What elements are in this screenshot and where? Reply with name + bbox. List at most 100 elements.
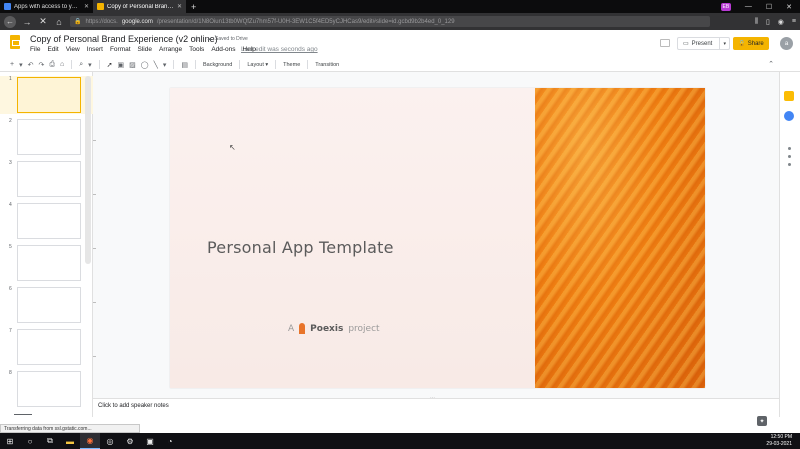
present-icon: ▭ — [683, 41, 689, 47]
slide-thumbnail[interactable]: 7 — [0, 328, 93, 366]
print-icon[interactable]: ⎙ — [49, 61, 55, 69]
slide-byline[interactable]: A Poexis project — [288, 323, 380, 334]
more-addons-icon[interactable] — [788, 147, 791, 150]
slide-thumbnail[interactable]: 8 — [0, 370, 93, 408]
collapse-toolbar-icon[interactable]: ⌃ — [768, 60, 774, 68]
settings-icon[interactable]: ⚙ — [120, 433, 140, 449]
menu-icon[interactable]: ≡ — [792, 18, 796, 26]
menu-view[interactable]: View — [66, 46, 80, 53]
save-status[interactable]: ☁ Saved to Drive — [207, 36, 248, 42]
slide-number: 8 — [9, 370, 12, 376]
forward-arrow-icon[interactable]: → — [22, 17, 32, 27]
slide-title[interactable]: Personal App Template — [207, 238, 394, 257]
theme-button[interactable]: Theme — [283, 62, 300, 68]
terminal-icon[interactable]: ▣ — [140, 433, 160, 449]
menu-edit[interactable]: Edit — [47, 46, 58, 53]
home-icon[interactable]: ⌂ — [54, 17, 64, 27]
image-icon[interactable]: ▨ — [129, 61, 136, 69]
slides-logo-icon[interactable] — [10, 35, 20, 49]
new-tab-button[interactable]: + — [186, 0, 201, 13]
undo-icon[interactable]: ↶ — [28, 61, 34, 69]
redo-icon[interactable]: ↷ — [38, 61, 44, 69]
menu-slide[interactable]: Slide — [138, 46, 152, 53]
menu-file[interactable]: File — [30, 46, 40, 53]
document-title[interactable]: Copy of Personal Brand Experience (v2 on… — [30, 34, 218, 44]
menu-arrange[interactable]: Arrange — [159, 46, 182, 53]
app-icon[interactable]: ◔ — [160, 433, 180, 449]
close-window-button[interactable]: ✕ — [786, 3, 792, 11]
share-button[interactable]: 🔒 Share — [733, 37, 769, 50]
back-arrow-icon[interactable]: ← — [4, 15, 16, 28]
transition-button[interactable]: Transition — [315, 62, 339, 68]
slide-canvas[interactable]: Personal App Template A Poexis project — [170, 88, 705, 388]
slide-thumbnail[interactable]: 4 — [0, 202, 93, 240]
stop-loading-icon[interactable]: ✕ — [38, 16, 48, 27]
menu-tools[interactable]: Tools — [189, 46, 204, 53]
last-edit-link[interactable]: Last edit was seconds ago — [241, 46, 318, 53]
slide-thumbnail-preview — [17, 203, 81, 239]
firefox-icon[interactable]: ◉ — [80, 433, 100, 449]
shape-icon[interactable]: ◯ — [141, 61, 149, 69]
maximize-button[interactable]: ☐ — [766, 3, 772, 11]
select-cursor-icon[interactable]: ➚ — [107, 61, 113, 69]
task-view-icon[interactable]: ⧉ — [40, 433, 60, 449]
more-addons-icon[interactable] — [788, 155, 791, 158]
file-explorer-icon[interactable]: ▬ — [60, 433, 80, 449]
slide-thumbnail[interactable]: 5 — [0, 244, 93, 282]
slide-thumbnail[interactable]: 3 — [0, 160, 93, 198]
zoom-dropdown-icon[interactable]: ▾ — [88, 61, 92, 69]
slide-number: 3 — [9, 160, 12, 166]
zoom-icon[interactable]: ⌕ — [79, 61, 83, 69]
present-dropdown-icon[interactable]: ▾ — [719, 38, 729, 49]
minimize-button[interactable]: — — [745, 3, 752, 10]
account-icon[interactable]: ◉ — [778, 18, 784, 26]
comment-history-icon[interactable] — [660, 39, 670, 47]
line-dropdown-icon[interactable]: ▾ — [163, 61, 167, 69]
address-bar[interactable]: 🔒 https://docs. google.com/presentation/d… — [70, 16, 710, 27]
toolbar-divider — [307, 60, 309, 69]
close-tab-icon[interactable]: ✕ — [177, 3, 182, 10]
slide-thumbnail[interactable]: 2 — [0, 118, 93, 156]
tasks-icon[interactable] — [784, 111, 794, 121]
menu-add-ons[interactable]: Add-ons — [211, 46, 235, 53]
filmstrip-grid-view-toggle[interactable] — [14, 414, 32, 415]
slide-thumbnail[interactable]: 1 — [0, 76, 93, 114]
slide-thumbnail-preview — [17, 245, 81, 281]
speaker-notes-field[interactable]: Click to add speaker notes — [93, 399, 779, 417]
paint-format-icon[interactable]: ⌂ — [60, 61, 64, 68]
explore-icon[interactable]: ✦ — [757, 416, 767, 426]
comment-icon[interactable]: ▤ — [181, 61, 188, 69]
text-box-icon[interactable]: ▣ — [118, 61, 125, 69]
new-slide-icon[interactable]: + — [10, 61, 14, 68]
line-icon[interactable]: ╲ — [154, 61, 158, 69]
menu-insert[interactable]: Insert — [87, 46, 103, 53]
layout-button[interactable]: Layout ▾ — [247, 62, 268, 68]
browser-tab[interactable]: Apps with access to your accou... ✕ — [0, 0, 93, 13]
browser-tab-active[interactable]: Copy of Personal Brand Experie... ✕ — [93, 0, 186, 13]
menu-format[interactable]: Format — [110, 46, 131, 53]
ruler-tick — [93, 302, 96, 303]
filmstrip-scrollbar[interactable] — [85, 76, 91, 264]
profile-badge[interactable]: EB — [720, 2, 731, 11]
avatar[interactable]: a — [780, 37, 793, 50]
taskbar-clock[interactable]: 12:50 PM 29-03-2021 — [766, 434, 792, 448]
url-prefix: https://docs. — [85, 18, 118, 25]
more-addons-icon[interactable] — [788, 163, 791, 166]
windows-start-icon[interactable]: ⊞ — [0, 433, 20, 449]
chrome-icon[interactable]: ◎ — [100, 433, 120, 449]
browser-toolbar-icons: ⫼ ▯ ◉ ≡ — [755, 18, 796, 26]
bookmarks-library-icon[interactable]: ⫼ — [755, 18, 758, 26]
new-slide-dropdown-icon[interactable]: ▾ — [19, 61, 23, 69]
search-icon[interactable]: ○ — [20, 433, 40, 449]
orange-paint-image[interactable] — [535, 88, 705, 388]
slide-thumbnail-preview — [17, 287, 81, 323]
clock-date: 29-03-2021 — [766, 441, 792, 447]
slide-thumbnail-preview — [17, 329, 81, 365]
present-button[interactable]: ▭ Present ▾ — [677, 37, 730, 50]
background-button[interactable]: Background — [203, 62, 232, 68]
star-icon[interactable]: ☆ — [193, 34, 200, 43]
sidebar-icon[interactable]: ▯ — [766, 18, 770, 26]
close-tab-icon[interactable]: ✕ — [84, 3, 89, 10]
keep-icon[interactable] — [784, 91, 794, 101]
slide-thumbnail[interactable]: 6 — [0, 286, 93, 324]
